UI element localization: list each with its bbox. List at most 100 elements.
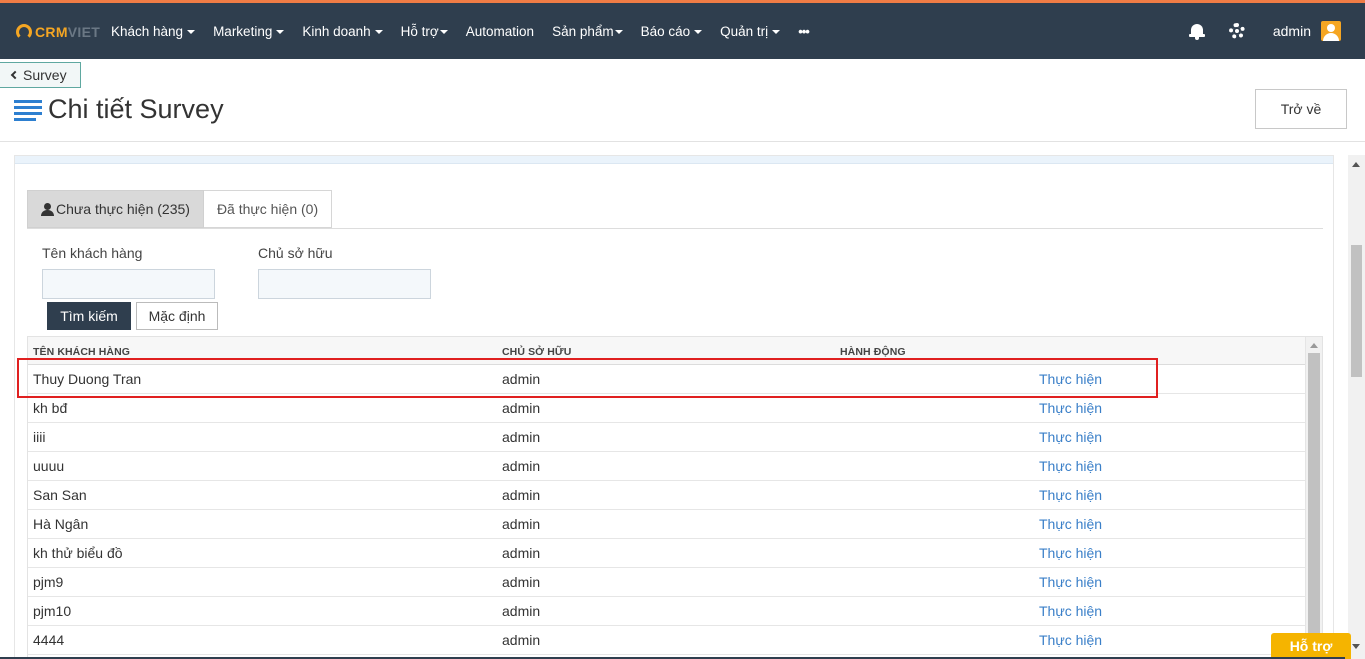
- tab-chua-thuc-hien[interactable]: Chưa thực hiện (235): [27, 190, 204, 228]
- cell-owner: admin: [502, 516, 541, 532]
- bell-icon[interactable]: [1188, 22, 1205, 40]
- scroll-up-icon[interactable]: [1310, 343, 1318, 348]
- perform-action-link[interactable]: Thực hiện: [1039, 545, 1102, 561]
- perform-action-link[interactable]: Thực hiện: [1039, 632, 1102, 648]
- nav-item-label: Marketing: [213, 23, 273, 39]
- avatar-user-icon: [1327, 24, 1335, 32]
- perform-action-link[interactable]: Thực hiện: [1039, 400, 1102, 416]
- cell-owner: admin: [502, 632, 541, 648]
- top-navbar: CRM VIET Khách hàng Marketing Kinh doanh…: [0, 0, 1365, 59]
- table-header: TÊN KHÁCH HÀNG CHỦ SỞ HỮU HÀNH ĐỘNG: [28, 337, 1306, 365]
- user-name[interactable]: admin: [1273, 23, 1311, 39]
- tab-da-thuc-hien[interactable]: Đã thực hiện (0): [203, 190, 333, 228]
- cell-owner: admin: [502, 545, 541, 561]
- tabs-divider: [27, 228, 1323, 229]
- customer-name-input[interactable]: [42, 269, 215, 299]
- page-scrollbar[interactable]: [1348, 155, 1365, 659]
- cell-customer-name: pjm10: [33, 603, 72, 619]
- caret-down-icon: [439, 29, 448, 34]
- table-row: kh thử biểu đồ admin Thực hiện: [28, 539, 1306, 568]
- cell-customer-name: pjm9: [33, 574, 64, 590]
- owner-input[interactable]: [258, 269, 431, 299]
- cell-owner: admin: [502, 429, 541, 445]
- cell-owner: admin: [502, 574, 541, 590]
- table-row: 4444 admin Thực hiện: [28, 626, 1306, 655]
- cell-customer-name: Hà Ngân: [33, 516, 89, 532]
- table-body: Thuy Duong Tran admin Thực hiện kh bđ admin T…: [28, 365, 1306, 655]
- breadcrumb-back-survey[interactable]: Survey: [0, 62, 81, 88]
- help-button[interactable]: Hỗ trợ: [1271, 633, 1351, 659]
- gear-icon[interactable]: [1228, 23, 1245, 39]
- nav-item-quan-tri[interactable]: Quản trị: [711, 3, 789, 59]
- survey-panel: Chưa thực hiện (235) Đã thực hiện (0) Tê…: [14, 155, 1334, 659]
- caret-down-icon: [772, 29, 781, 34]
- breadcrumb-label: Survey: [23, 67, 67, 83]
- perform-action-link[interactable]: Thực hiện: [1039, 429, 1102, 445]
- caret-down-icon: [187, 29, 196, 34]
- status-tabs: Chưa thực hiện (235) Đã thực hiện (0): [27, 190, 333, 228]
- reset-default-button[interactable]: Mặc định: [136, 302, 218, 330]
- perform-action-link[interactable]: Thực hiện: [1039, 371, 1102, 387]
- table-row: pjm10 admin Thực hiện: [28, 597, 1306, 626]
- table-row: kh bđ admin Thực hiện: [28, 394, 1306, 423]
- list-icon: [14, 99, 42, 121]
- cell-customer-name: kh bđ: [33, 400, 68, 416]
- perform-action-link[interactable]: Thực hiện: [1039, 487, 1102, 503]
- customer-table: TÊN KHÁCH HÀNG CHỦ SỞ HỮU HÀNH ĐỘNG Thuy…: [27, 336, 1323, 659]
- cell-customer-name: uuuu: [33, 458, 65, 474]
- main-nav: Khách hàng Marketing Kinh doanh Hỗ trợ A…: [102, 3, 818, 59]
- cell-customer-name: San San: [33, 487, 87, 503]
- nav-item-label: Hỗ trợ: [400, 23, 439, 39]
- panel-top-strip: [15, 156, 1333, 164]
- header-divider: [0, 141, 1365, 142]
- nav-item-label: Automation: [465, 23, 535, 39]
- header-owner: CHỦ SỞ HỮU: [502, 346, 572, 358]
- table-row: iiii admin Thực hiện: [28, 423, 1306, 452]
- cell-customer-name: 4444: [33, 632, 65, 648]
- nav-item-kinh-doanh[interactable]: Kinh doanh: [293, 3, 391, 59]
- table-row: Thuy Duong Tran admin Thực hiện: [28, 365, 1306, 394]
- nav-item-ho-tro[interactable]: Hỗ trợ: [392, 3, 457, 59]
- perform-action-link[interactable]: Thực hiện: [1039, 603, 1102, 619]
- table-scrollbar[interactable]: [1305, 337, 1322, 659]
- scroll-up-icon[interactable]: [1352, 162, 1360, 167]
- owner-label: Chủ sở hữu: [258, 245, 333, 261]
- nav-more-button[interactable]: •••: [789, 3, 818, 59]
- logo-text-crm: CRM: [35, 24, 68, 40]
- nav-item-label: Sản phẩm: [552, 23, 614, 39]
- search-button[interactable]: Tìm kiếm: [47, 302, 131, 330]
- navbar-tools: admin: [1188, 3, 1365, 59]
- scroll-down-icon[interactable]: [1352, 644, 1360, 649]
- table-row: Hà Ngân admin Thực hiện: [28, 510, 1306, 539]
- crmviet-logo[interactable]: CRM VIET: [16, 21, 100, 43]
- user-icon: [41, 202, 54, 216]
- caret-down-icon: [374, 29, 383, 34]
- caret-down-icon: [694, 29, 703, 34]
- nav-item-bao-cao[interactable]: Báo cáo: [632, 3, 712, 59]
- back-button[interactable]: Trở về: [1255, 89, 1347, 129]
- cell-customer-name: kh thử biểu đồ: [33, 545, 123, 561]
- nav-item-automation[interactable]: Automation: [457, 3, 543, 59]
- perform-action-link[interactable]: Thực hiện: [1039, 516, 1102, 532]
- perform-action-link[interactable]: Thực hiện: [1039, 574, 1102, 590]
- scroll-thumb[interactable]: [1308, 353, 1320, 659]
- page-header: Chi tiết Survey: [14, 94, 224, 125]
- nav-item-khach-hang[interactable]: Khách hàng: [102, 3, 204, 59]
- cell-owner: admin: [502, 371, 541, 387]
- nav-item-marketing[interactable]: Marketing: [204, 3, 293, 59]
- nav-item-san-pham[interactable]: Sản phẩm: [543, 3, 632, 59]
- cell-owner: admin: [502, 458, 541, 474]
- caret-down-icon: [614, 29, 623, 34]
- nav-item-label: Quản trị: [720, 23, 769, 39]
- cell-owner: admin: [502, 400, 541, 416]
- scroll-thumb[interactable]: [1351, 245, 1362, 377]
- caret-down-icon: [276, 29, 285, 34]
- header-action: HÀNH ĐỘNG: [840, 346, 906, 358]
- tab-label: Đã thực hiện (0): [216, 201, 319, 217]
- perform-action-link[interactable]: Thực hiện: [1039, 458, 1102, 474]
- header-customer-name: TÊN KHÁCH HÀNG: [33, 346, 131, 358]
- avatar[interactable]: [1321, 21, 1341, 41]
- nav-item-label: Kinh doanh: [302, 23, 371, 39]
- cell-customer-name: iiii: [33, 429, 46, 445]
- logo-text-viet: VIET: [67, 24, 101, 40]
